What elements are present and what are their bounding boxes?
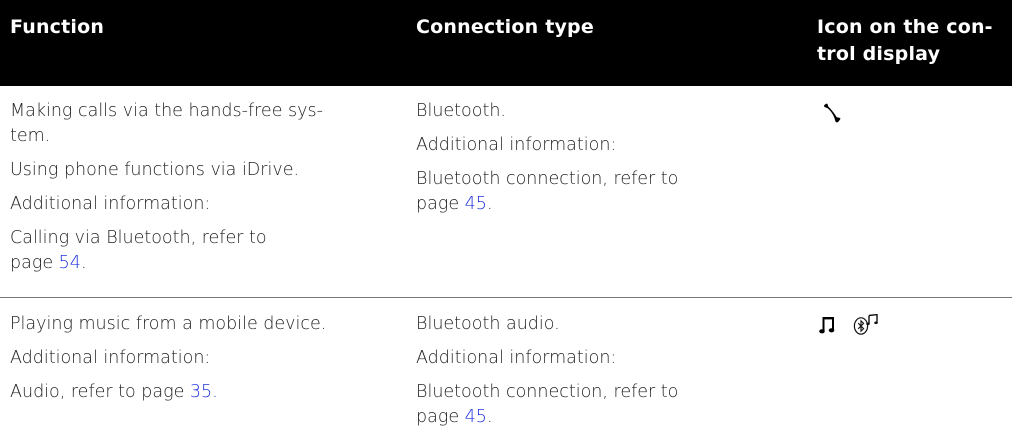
connection-paragraph: Bluetooth. [416, 99, 806, 124]
table-row: Playing music from a mobile device. Addi… [0, 299, 1012, 445]
page-link-45[interactable]: 45 [465, 194, 487, 214]
table-row: Making calls via the hands-free sys- tem… [0, 86, 1012, 298]
header-connection-type: Connection type [416, 16, 594, 38]
text-line: Bluetooth connection, refer to [416, 169, 679, 189]
page-prefix: page [416, 407, 465, 427]
row-divider [0, 297, 1012, 298]
page-link-35[interactable]: 35 [190, 382, 212, 402]
function-paragraph: Playing music from a mobile device. [10, 312, 400, 337]
text-line: page 45. [416, 192, 806, 217]
function-paragraph: Audio, refer to page 35. [10, 380, 400, 405]
table-header: Function Connection type Icon on the con… [0, 0, 1012, 86]
function-paragraph: Calling via Bluetooth, refer to page 54. [10, 226, 400, 276]
text-line: Calling via Bluetooth, refer to [10, 228, 267, 248]
connection-cell: Bluetooth audio. Additional information:… [416, 312, 806, 439]
text-line: Additional information: [10, 348, 211, 368]
header-function: Function [10, 16, 105, 38]
function-cell: Playing music from a mobile device. Addi… [10, 312, 400, 414]
icon-cell [817, 99, 1007, 130]
text-line: Additional information: [416, 348, 617, 368]
phone-icon [823, 103, 841, 130]
page-suffix: . [486, 407, 493, 427]
bluetooth-audio-icon [853, 313, 879, 341]
text-line: page 45. [416, 405, 806, 430]
function-paragraph: Making calls via the hands-free sys- tem… [10, 99, 400, 149]
connection-paragraph: Bluetooth connection, refer to page 45. [416, 380, 806, 430]
function-table: Function Connection type Icon on the con… [0, 0, 1012, 445]
page-link-54[interactable]: 54 [59, 253, 81, 273]
function-cell: Making calls via the hands-free sys- tem… [10, 99, 400, 285]
page-prefix: Audio, refer to page [10, 382, 190, 402]
connection-cell: Bluetooth. Additional information: Bluet… [416, 99, 806, 226]
page-suffix: . [212, 382, 218, 402]
text-line: Using phone functions via iDrive. [10, 160, 300, 180]
header-icon-on-display: Icon on the con- trol display [817, 14, 1007, 68]
connection-paragraph: Bluetooth connection, refer to page 45. [416, 167, 806, 217]
text-line: Making calls via the hands-free sys- [10, 101, 323, 121]
text-line: page 54. [10, 251, 400, 276]
header-icon-line-1: Icon on the con- [817, 16, 993, 38]
page-prefix: page [10, 253, 59, 273]
page-suffix: . [80, 253, 87, 273]
icon-cell [817, 312, 1007, 341]
text-line: Bluetooth audio. [416, 314, 560, 334]
text-line: Bluetooth. [416, 101, 506, 121]
page-prefix: page [416, 194, 465, 214]
text-line: Playing music from a mobile device. [10, 314, 327, 334]
connection-paragraph: Bluetooth audio. [416, 312, 806, 337]
function-paragraph: Additional information: [10, 192, 400, 217]
connection-paragraph: Additional information: [416, 346, 806, 371]
text-line: Additional information: [416, 135, 617, 155]
function-paragraph: Additional information: [10, 346, 400, 371]
page-link-45[interactable]: 45 [465, 407, 487, 427]
text-line: Audio, refer to page 35. [10, 380, 400, 405]
text-line: tem. [10, 126, 51, 146]
text-line: Bluetooth connection, refer to [416, 382, 679, 402]
function-paragraph: Using phone functions via iDrive. [10, 158, 400, 183]
text-line: Additional information: [10, 194, 211, 214]
connection-paragraph: Additional information: [416, 133, 806, 158]
music-note-icon [819, 315, 837, 340]
page-suffix: . [486, 194, 493, 214]
header-icon-line-2: trol display [817, 43, 941, 65]
